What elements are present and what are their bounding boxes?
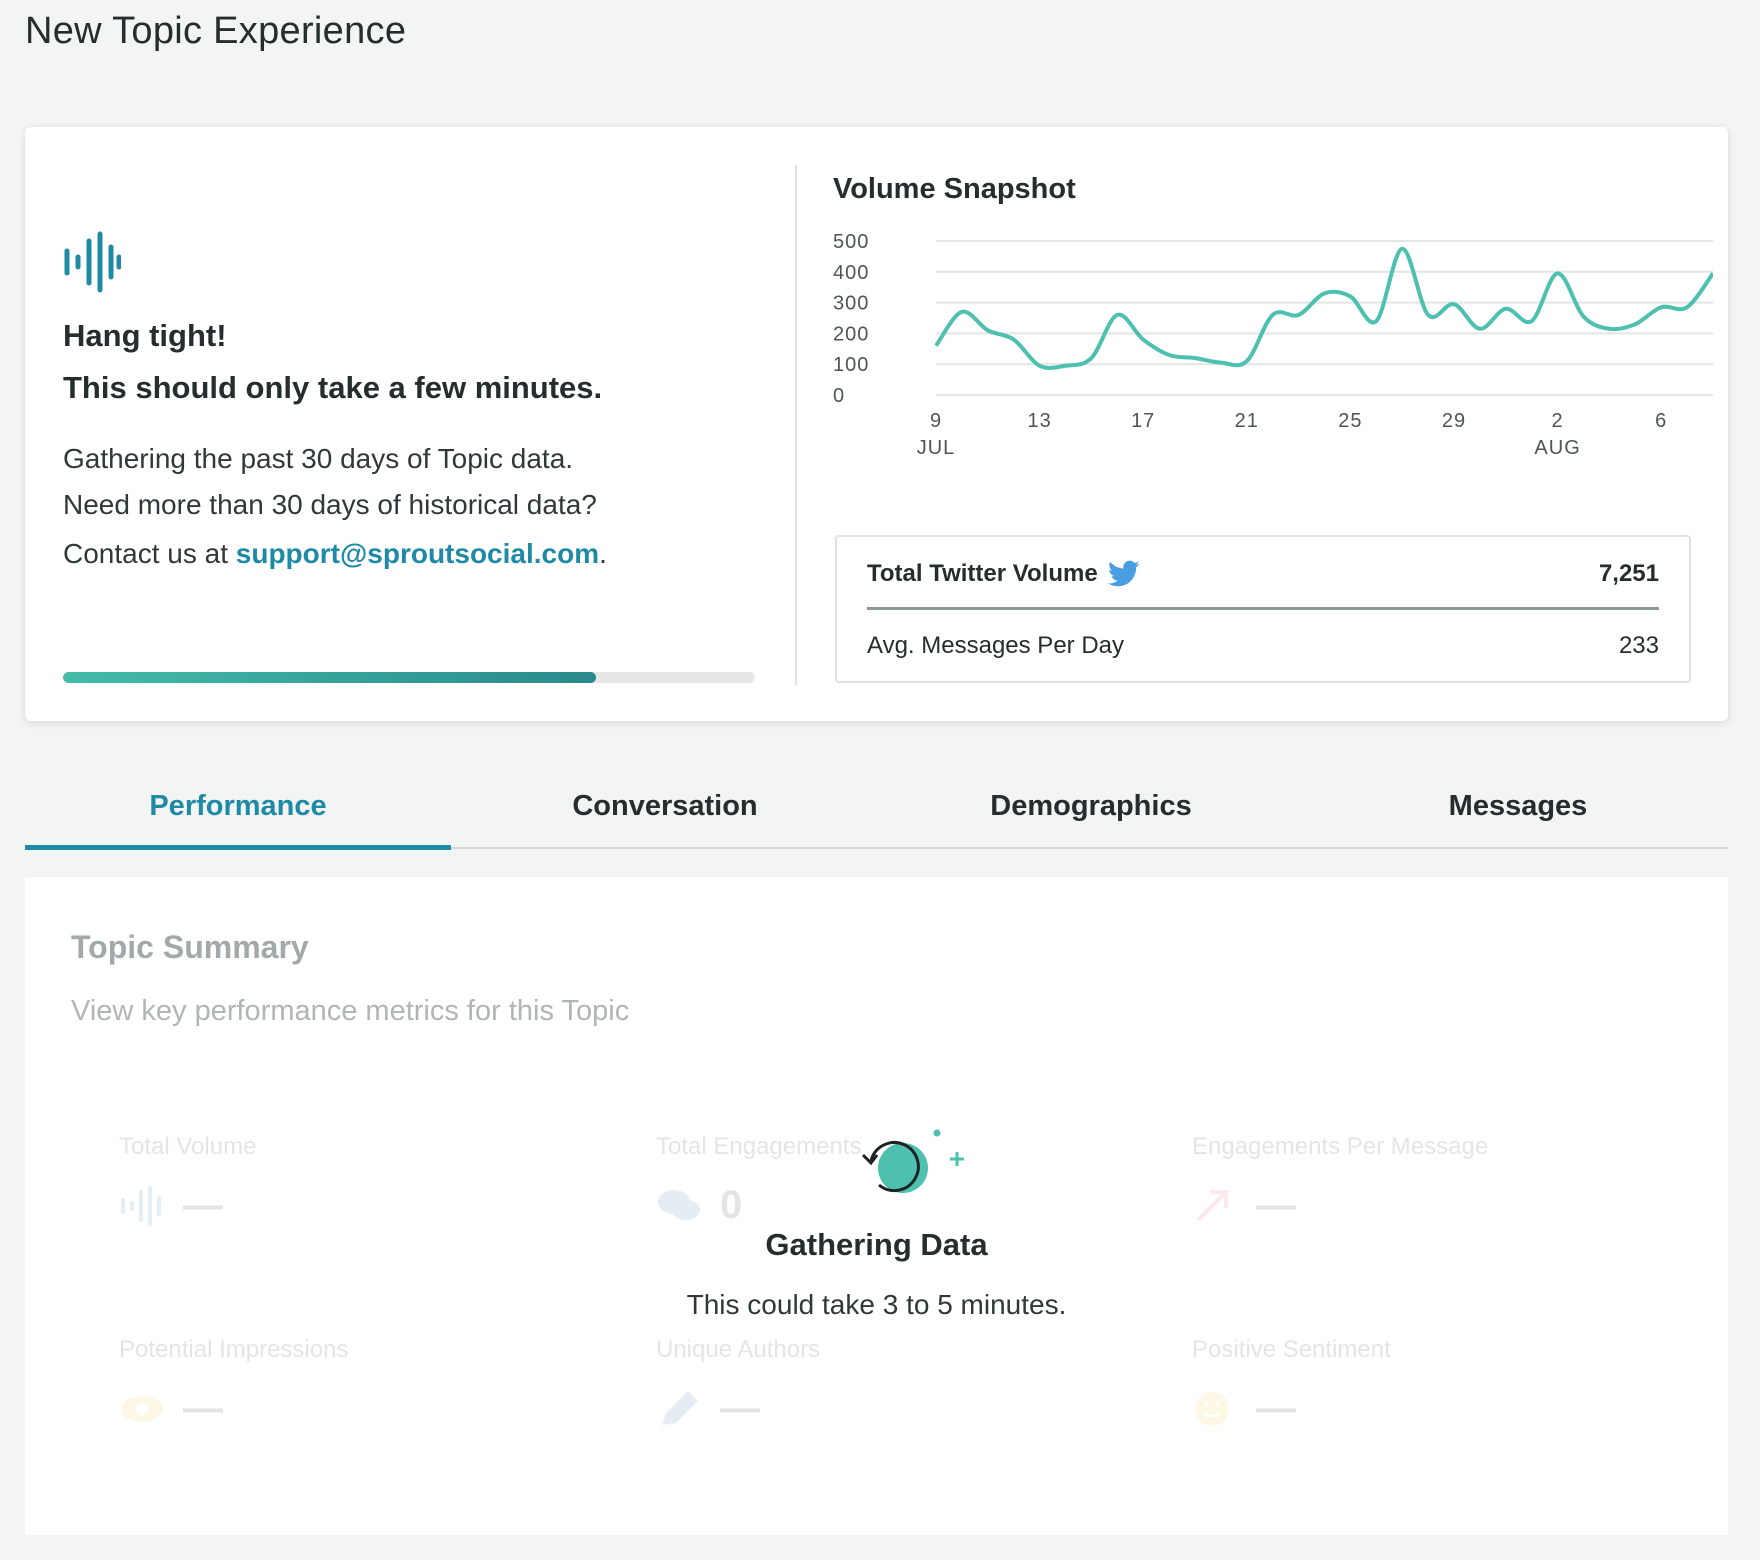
chart-x-tick-label: 9 — [930, 410, 942, 432]
metric-value: — — [183, 1183, 223, 1227]
metric-engagements-per-message: Engagements Per Message — — [1192, 1133, 1488, 1228]
chart-y-tick-label: 500 — [833, 231, 869, 253]
tab-conversation[interactable]: Conversation — [452, 765, 878, 847]
total-twitter-volume-label: Total Twitter Volume — [867, 560, 1098, 587]
smiley-icon — [1195, 1391, 1229, 1426]
tab-demographics[interactable]: Demographics — [878, 765, 1304, 847]
avg-messages-label: Avg. Messages Per Day — [867, 632, 1125, 659]
loading-panel: Hang tight! This should only take a few … — [25, 127, 795, 721]
refresh-circle-icon — [861, 1129, 964, 1193]
card-divider — [795, 165, 797, 685]
metric-positive-sentiment: Positive Sentiment — — [1192, 1336, 1391, 1431]
avg-messages-value: 233 — [1618, 632, 1659, 659]
speech-bubbles-icon — [658, 1189, 700, 1220]
tab-bar: Performance Conversation Demographics Me… — [25, 765, 1731, 850]
metric-label: Positive Sentiment — [1192, 1336, 1391, 1363]
total-twitter-volume-value: 7,251 — [1598, 560, 1659, 587]
avg-messages-row: Avg. Messages Per Day 233 — [867, 626, 1659, 666]
metric-unique-authors: Unique Authors — — [656, 1336, 820, 1431]
volume-chart: 500 400 300 200 100 0 9 JUL 13 17 21 25 29 2 AUG 6 — [833, 231, 1713, 459]
chart-x-tick-label: 2 — [1552, 410, 1564, 432]
stats-divider — [867, 607, 1659, 610]
tab-messages[interactable]: Messages — [1305, 765, 1731, 847]
loading-info-days: Gathering the past 30 days of Topic data… — [63, 443, 574, 474]
chart-y-tick-label: 0 — [833, 385, 845, 407]
loading-info-contact: Contact us at support@sproutsocial.com. — [63, 538, 607, 570]
metric-label: Unique Authors — [656, 1336, 821, 1363]
metric-value: 0 — [720, 1183, 743, 1227]
chart-x-month-label: JUL — [917, 437, 956, 459]
total-twitter-volume-row: Total Twitter Volume 7,251 — [867, 554, 1659, 594]
chart-y-tick-label: 100 — [833, 354, 869, 376]
chart-x-tick-label: 25 — [1338, 410, 1362, 432]
tab-performance[interactable]: Performance — [25, 765, 451, 850]
chart-x-tick-label: 21 — [1235, 410, 1259, 432]
loading-card: Hang tight! This should only take a few … — [25, 127, 1728, 721]
loading-subheading: This should only take a few minutes. — [63, 370, 603, 405]
metric-value: — — [1256, 1183, 1296, 1227]
metric-value: — — [183, 1386, 223, 1430]
pencil-icon — [662, 1390, 698, 1425]
metric-label: Engagements Per Message — [1192, 1133, 1489, 1160]
page-title: New Topic Experience — [25, 10, 407, 52]
chart-x-tick-label: 6 — [1655, 410, 1667, 432]
twitter-bird-icon — [1107, 560, 1140, 587]
volume-snapshot-panel: Volume Snapshot 500 400 300 200 100 0 9 JUL 13 17… — [833, 127, 1713, 721]
metric-value: — — [720, 1386, 760, 1430]
chart-x-tick-label: 17 — [1131, 410, 1155, 432]
metric-value: — — [1256, 1386, 1296, 1430]
chart-y-tick-label: 300 — [833, 293, 869, 315]
gathering-data-subtitle: This could take 3 to 5 minutes. — [686, 1289, 1067, 1320]
eye-icon — [121, 1395, 163, 1422]
topic-summary-subtitle: View key performance metrics for this To… — [71, 995, 630, 1027]
metric-total-volume: Total Volume — — [119, 1133, 256, 1228]
volume-stats-box: Total Twitter Volume 7,251 Avg. Messages… — [835, 535, 1691, 683]
metric-label: Total Volume — [119, 1133, 257, 1160]
chart-series-line — [934, 246, 1713, 370]
chart-x-tick-label: 29 — [1442, 410, 1466, 432]
topic-summary-panel: Topic Summary View key performance metri… — [25, 877, 1728, 1535]
metric-potential-impressions: Potential Impressions — — [119, 1336, 348, 1431]
chart-y-tick-label: 200 — [833, 323, 869, 345]
waveform-icon — [64, 231, 121, 293]
loading-info-historical: Need more than 30 days of historical dat… — [63, 489, 597, 520]
support-email-link[interactable]: support@sproutsocial.com — [236, 538, 599, 569]
gathering-data-title: Gathering Data — [765, 1227, 988, 1262]
total-twitter-volume-label-group: Total Twitter Volume — [867, 560, 1140, 588]
chart-y-tick-label: 400 — [833, 262, 869, 284]
trend-arrow-icon — [1196, 1189, 1228, 1221]
metric-label: Potential Impressions — [119, 1336, 349, 1363]
topic-summary-title: Topic Summary — [71, 929, 309, 965]
chart-x-tick-label: 13 — [1027, 410, 1051, 432]
volume-snapshot-title: Volume Snapshot — [833, 173, 1076, 205]
loading-progress-fill — [63, 672, 596, 683]
contact-prefix: Contact us at — [63, 538, 236, 569]
loading-heading: Hang tight! — [63, 318, 227, 353]
contact-suffix: . — [599, 538, 607, 569]
waveform-icon — [121, 1185, 161, 1226]
loading-progress-bar — [63, 672, 755, 683]
chart-x-month-label: AUG — [1534, 437, 1580, 459]
